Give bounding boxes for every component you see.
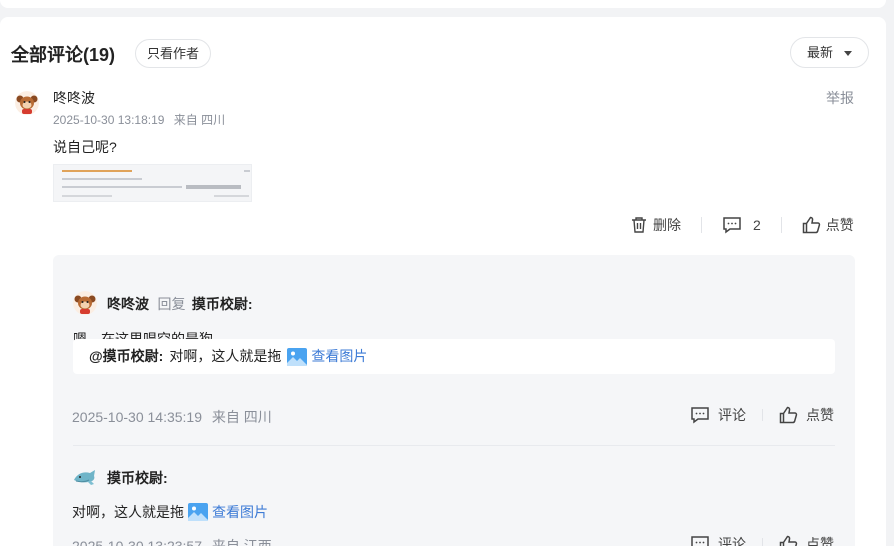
image-icon (287, 347, 308, 366)
reply-comment-button[interactable]: 评论 (690, 405, 746, 425)
avatar[interactable] (73, 291, 97, 315)
reply-header: 咚咚波 回复 摸币校尉: (107, 294, 253, 314)
previous-card-edge (0, 0, 886, 8)
view-image-label: 查看图片 (212, 504, 268, 520)
reply-text-row: 对啊，这人就是拖 查看图片 (72, 502, 268, 522)
replies-container: 咚咚波 回复 摸币校尉: 嗯，在这里唱空的是狗 @摸币校尉: 对啊，这人就是拖 … (53, 255, 855, 546)
reply-comment-label: 评论 (718, 536, 746, 546)
comments-title: 全部评论(19) (11, 45, 116, 65)
comment-author[interactable]: 咚咚波 (53, 88, 95, 108)
reply-timestamp: 2025-10-30 13:23:57 (72, 538, 202, 546)
reply-count: 2 (753, 217, 761, 233)
view-image-label: 查看图片 (311, 348, 368, 364)
reply-target[interactable]: 摸币校尉: (192, 296, 253, 312)
thumbs-up-icon (779, 535, 798, 546)
quote-text: 对啊，这人就是拖 (169, 348, 282, 364)
divider (762, 538, 763, 546)
comment-text: 说自己呢? (53, 139, 117, 155)
caret-down-icon (844, 51, 852, 56)
comment-icon (723, 217, 741, 234)
reply-location: 来自 四川 (211, 409, 272, 425)
view-image-link[interactable]: 查看图片 (287, 339, 367, 374)
reply-author[interactable]: 咚咚波 (107, 296, 149, 312)
reply-meta: 2025-10-30 14:35:19 来自 四川 (72, 407, 272, 427)
comment-timestamp: 2025-10-30 13:18:19 (53, 113, 165, 127)
reply-like-button[interactable]: 点赞 (779, 405, 834, 425)
comment-icon (691, 536, 709, 546)
thumbs-up-icon (779, 406, 798, 424)
divider (780, 217, 782, 233)
comment-icon (691, 407, 709, 424)
divider (762, 409, 763, 421)
reply-count-button[interactable]: 2 (722, 216, 761, 234)
quote-author[interactable]: @摸币校尉: (89, 339, 163, 374)
like-button[interactable]: 点赞 (802, 215, 854, 235)
reply-word: 回复 (157, 296, 186, 312)
image-icon (188, 503, 208, 521)
reply-actions: 评论 点赞 (690, 534, 834, 546)
like-label: 点赞 (825, 217, 854, 233)
delete-label: 删除 (653, 217, 681, 233)
reply-header: 摸币校尉: (107, 468, 168, 488)
avatar[interactable] (15, 91, 39, 115)
reply-comment-button[interactable]: 评论 (690, 534, 746, 546)
comment-location: 来自 四川 (173, 113, 226, 127)
comment-image-thumbnail[interactable] (53, 164, 252, 202)
author-only-filter-button[interactable]: 只看作者 (135, 39, 212, 68)
trash-icon (632, 217, 646, 233)
comment-actions: 删除 2 点赞 (630, 215, 854, 235)
comments-panel: 全部评论(19) 只看作者 最新 咚咚波 2025-10-30 13:18:19… (0, 17, 886, 546)
avatar[interactable] (73, 465, 97, 489)
reply-like-button[interactable]: 点赞 (779, 534, 834, 546)
reply-location: 来自 江西 (211, 538, 272, 546)
reply-divider (73, 445, 835, 446)
reply-actions: 评论 点赞 (690, 405, 834, 425)
report-button[interactable]: 举报 (826, 88, 854, 108)
reply-comment-label: 评论 (718, 407, 746, 423)
reply-author[interactable]: 摸币校尉: (107, 470, 168, 486)
divider (701, 217, 702, 233)
thumbs-up-icon (802, 216, 821, 234)
quoted-reply: @摸币校尉: 对啊，这人就是拖 查看图片 (73, 339, 835, 374)
delete-button[interactable]: 删除 (630, 215, 681, 235)
sort-label: 最新 (807, 45, 834, 60)
reply-text: 对啊，这人就是拖 (72, 504, 184, 520)
reply-meta: 2025-10-30 13:23:57 来自 江西 (72, 536, 272, 546)
reply-like-label: 点赞 (806, 407, 834, 423)
reply-timestamp: 2025-10-30 14:35:19 (72, 409, 202, 425)
view-image-link[interactable]: 查看图片 (188, 502, 268, 522)
sort-dropdown[interactable]: 最新 (790, 37, 869, 68)
reply-like-label: 点赞 (806, 536, 834, 546)
comment-meta: 2025-10-30 13:18:19 来自 四川 (53, 111, 225, 128)
